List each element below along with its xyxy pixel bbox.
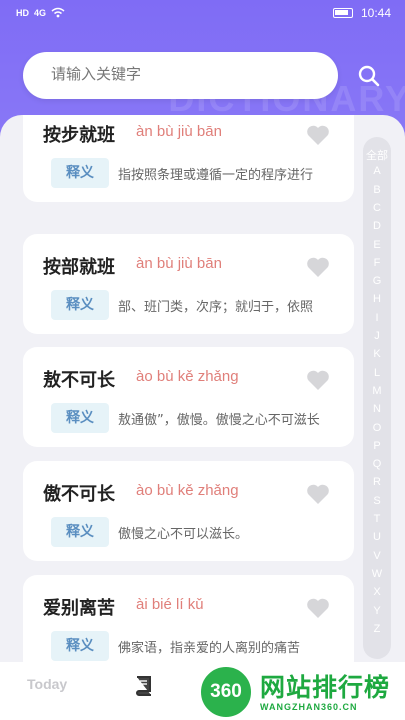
definition-tag: 释义 (51, 517, 109, 547)
entry-meaning: 指按照条理或遵循一定的程序进行 (118, 168, 314, 183)
search-icon[interactable] (357, 64, 381, 88)
alphabet-index-item[interactable]: I (363, 312, 391, 324)
alphabet-index-item[interactable]: L (363, 367, 391, 379)
entry-word: 爱别离苦 (43, 598, 115, 619)
favorite-heart-icon[interactable] (306, 483, 330, 505)
definition-tag: 释义 (51, 290, 109, 320)
list-item[interactable]: 敖不可长 ào bù kě zhǎng 释义 敖通傲”，傲慢。傲慢之心不可滋长 (23, 347, 354, 447)
alphabet-index-item[interactable]: T (363, 513, 391, 525)
alphabet-index-item[interactable]: O (363, 422, 391, 434)
alphabet-index-item[interactable]: H (363, 293, 391, 305)
alphabet-index-item[interactable]: 全部 (363, 147, 391, 163)
alphabet-index-item[interactable]: A (363, 165, 391, 177)
alphabet-index-item[interactable]: C (363, 202, 391, 214)
battery-icon (332, 8, 353, 18)
site-badge: 360 网站排行榜 WANGZHAN360.CN (198, 664, 405, 720)
list-item[interactable]: 傲不可长 ào bù kě zhǎng 释义 傲慢之心不可以滋长。 (23, 461, 354, 561)
entry-meaning: 佛家语，指亲爱的人离别的痛苦 (118, 641, 301, 656)
entry-word: 按部就班 (43, 257, 115, 278)
entry-word: 傲不可长 (43, 484, 115, 505)
alphabet-index-item[interactable]: P (363, 440, 391, 452)
search-input[interactable] (51, 65, 321, 83)
nav-today-tab[interactable]: Today (27, 676, 67, 692)
hd-indicator: HD (16, 7, 29, 18)
status-time: 10:44 (360, 6, 391, 20)
favorite-heart-icon[interactable] (306, 256, 330, 278)
alphabet-index-item[interactable]: K (363, 348, 391, 360)
badge-title: 网站排行榜 (260, 673, 391, 702)
alphabet-index-item[interactable]: B (363, 184, 391, 196)
favorite-heart-icon[interactable] (306, 597, 330, 619)
definition-tag: 释义 (51, 403, 109, 433)
list-item[interactable]: 按步就班 àn bù jiù bān 释义 指按照条理或遵循一定的程序进行 (23, 115, 354, 202)
entry-meaning: 傲慢之心不可以滋长。 (118, 527, 249, 542)
alphabet-index-item[interactable]: R (363, 476, 391, 488)
alphabet-index-item[interactable]: W (363, 568, 391, 580)
status-bar: HD 4G 10:44 (0, 0, 405, 28)
entry-pinyin: ào bù kě zhǎng (136, 368, 239, 385)
list-item[interactable]: 爱别离苦 ài bié lí kǔ 释义 佛家语，指亲爱的人离别的痛苦 (23, 575, 354, 675)
alphabet-index-item[interactable]: U (363, 531, 391, 543)
alphabet-index-item[interactable]: Y (363, 605, 391, 617)
word-list-panel: 按步就班 àn bù jiù bān 释义 指按照条理或遵循一定的程序进行 按部… (0, 115, 405, 675)
entry-word: 按步就班 (43, 125, 115, 146)
search-box[interactable] (23, 52, 338, 99)
entry-pinyin: àn bù jiù bān (136, 255, 222, 272)
dictionary-book-icon[interactable] (133, 674, 155, 696)
alphabet-index-item[interactable]: Q (363, 458, 391, 470)
definition-tag: 释义 (51, 158, 109, 188)
entry-meaning: 敖通傲”，傲慢。傲慢之心不可滋长 (118, 413, 320, 428)
entry-meaning: 部、班门类，次序；就归于，依照 (118, 300, 314, 315)
entry-pinyin: ài bié lí kǔ (136, 596, 204, 613)
badge-logo: 360 (198, 664, 254, 720)
definition-tag: 释义 (51, 631, 109, 661)
alphabet-index-item[interactable]: G (363, 275, 391, 287)
alphabet-index[interactable]: 全部 A B C D E F G H I J K L M N O P Q R S T U V W X Y Z (363, 137, 391, 659)
entry-pinyin: àn bù jiù bān (136, 123, 222, 140)
badge-url: WANGZHAN360.CN (260, 702, 358, 712)
alphabet-index-item[interactable]: S (363, 495, 391, 507)
alphabet-index-item[interactable]: E (363, 239, 391, 251)
alphabet-index-item[interactable]: X (363, 586, 391, 598)
alphabet-index-item[interactable]: V (363, 550, 391, 562)
alphabet-index-item[interactable]: F (363, 257, 391, 269)
alphabet-index-item[interactable]: Z (363, 623, 391, 635)
favorite-heart-icon[interactable] (306, 124, 330, 146)
alphabet-index-item[interactable]: D (363, 220, 391, 232)
alphabet-index-item[interactable]: J (363, 330, 391, 342)
entry-pinyin: ào bù kě zhǎng (136, 482, 239, 499)
favorite-heart-icon[interactable] (306, 369, 330, 391)
alphabet-index-item[interactable]: N (363, 403, 391, 415)
wifi-icon (51, 7, 65, 18)
entry-word: 敖不可长 (43, 370, 115, 391)
network-indicator: 4G (34, 7, 47, 18)
alphabet-index-item[interactable]: M (363, 385, 391, 397)
list-item[interactable]: 按部就班 àn bù jiù bān 释义 部、班门类，次序；就归于，依照 (23, 234, 354, 334)
